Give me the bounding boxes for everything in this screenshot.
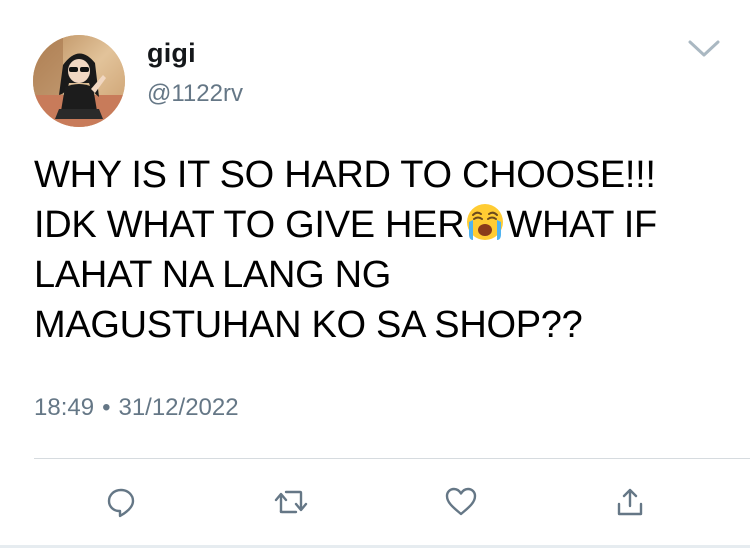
tweet-text-segment: WHAT IF <box>506 204 657 246</box>
chevron-down-icon[interactable] <box>686 36 722 60</box>
divider <box>34 458 750 459</box>
display-name[interactable]: gigi <box>147 38 196 69</box>
retweet-icon <box>274 490 308 514</box>
reply-button[interactable] <box>101 482 141 522</box>
action-bar <box>0 482 750 522</box>
tweet-date: 31/12/2022 <box>118 394 239 421</box>
tweet-text-segment: IDK WHAT TO GIVE HER <box>34 204 465 246</box>
avatar-illustration <box>33 35 125 127</box>
user-handle[interactable]: @1122rv <box>147 80 243 108</box>
avatar[interactable] <box>33 35 125 127</box>
tweet-line: MAGUSTUHAN KO SA SHOP?? <box>34 304 583 346</box>
tweet-line: IDK WHAT TO GIVE HER WHAT IF <box>34 200 734 250</box>
heart-icon <box>445 487 477 516</box>
tweet-line: WHY IS IT SO HARD TO CHOOSE!!! <box>34 154 656 196</box>
tweet-time: 18:49 <box>34 394 95 421</box>
tweet-text: WHY IS IT SO HARD TO CHOOSE!!! IDK WHAT … <box>34 150 734 350</box>
share-button[interactable] <box>610 482 650 522</box>
reply-icon <box>107 488 135 518</box>
tweet-card: gigi @1122rv WHY IS IT SO HARD TO CHOOSE… <box>0 0 750 548</box>
loudly-crying-face-icon <box>465 202 505 242</box>
meta-separator: • <box>102 394 111 421</box>
share-icon <box>617 488 643 516</box>
retweet-button[interactable] <box>271 482 311 522</box>
like-button[interactable] <box>441 482 481 522</box>
tweet-line: LAHAT NA LANG NG <box>34 254 392 296</box>
tweet-timestamp[interactable]: 18:49 • 31/12/2022 <box>34 394 239 422</box>
